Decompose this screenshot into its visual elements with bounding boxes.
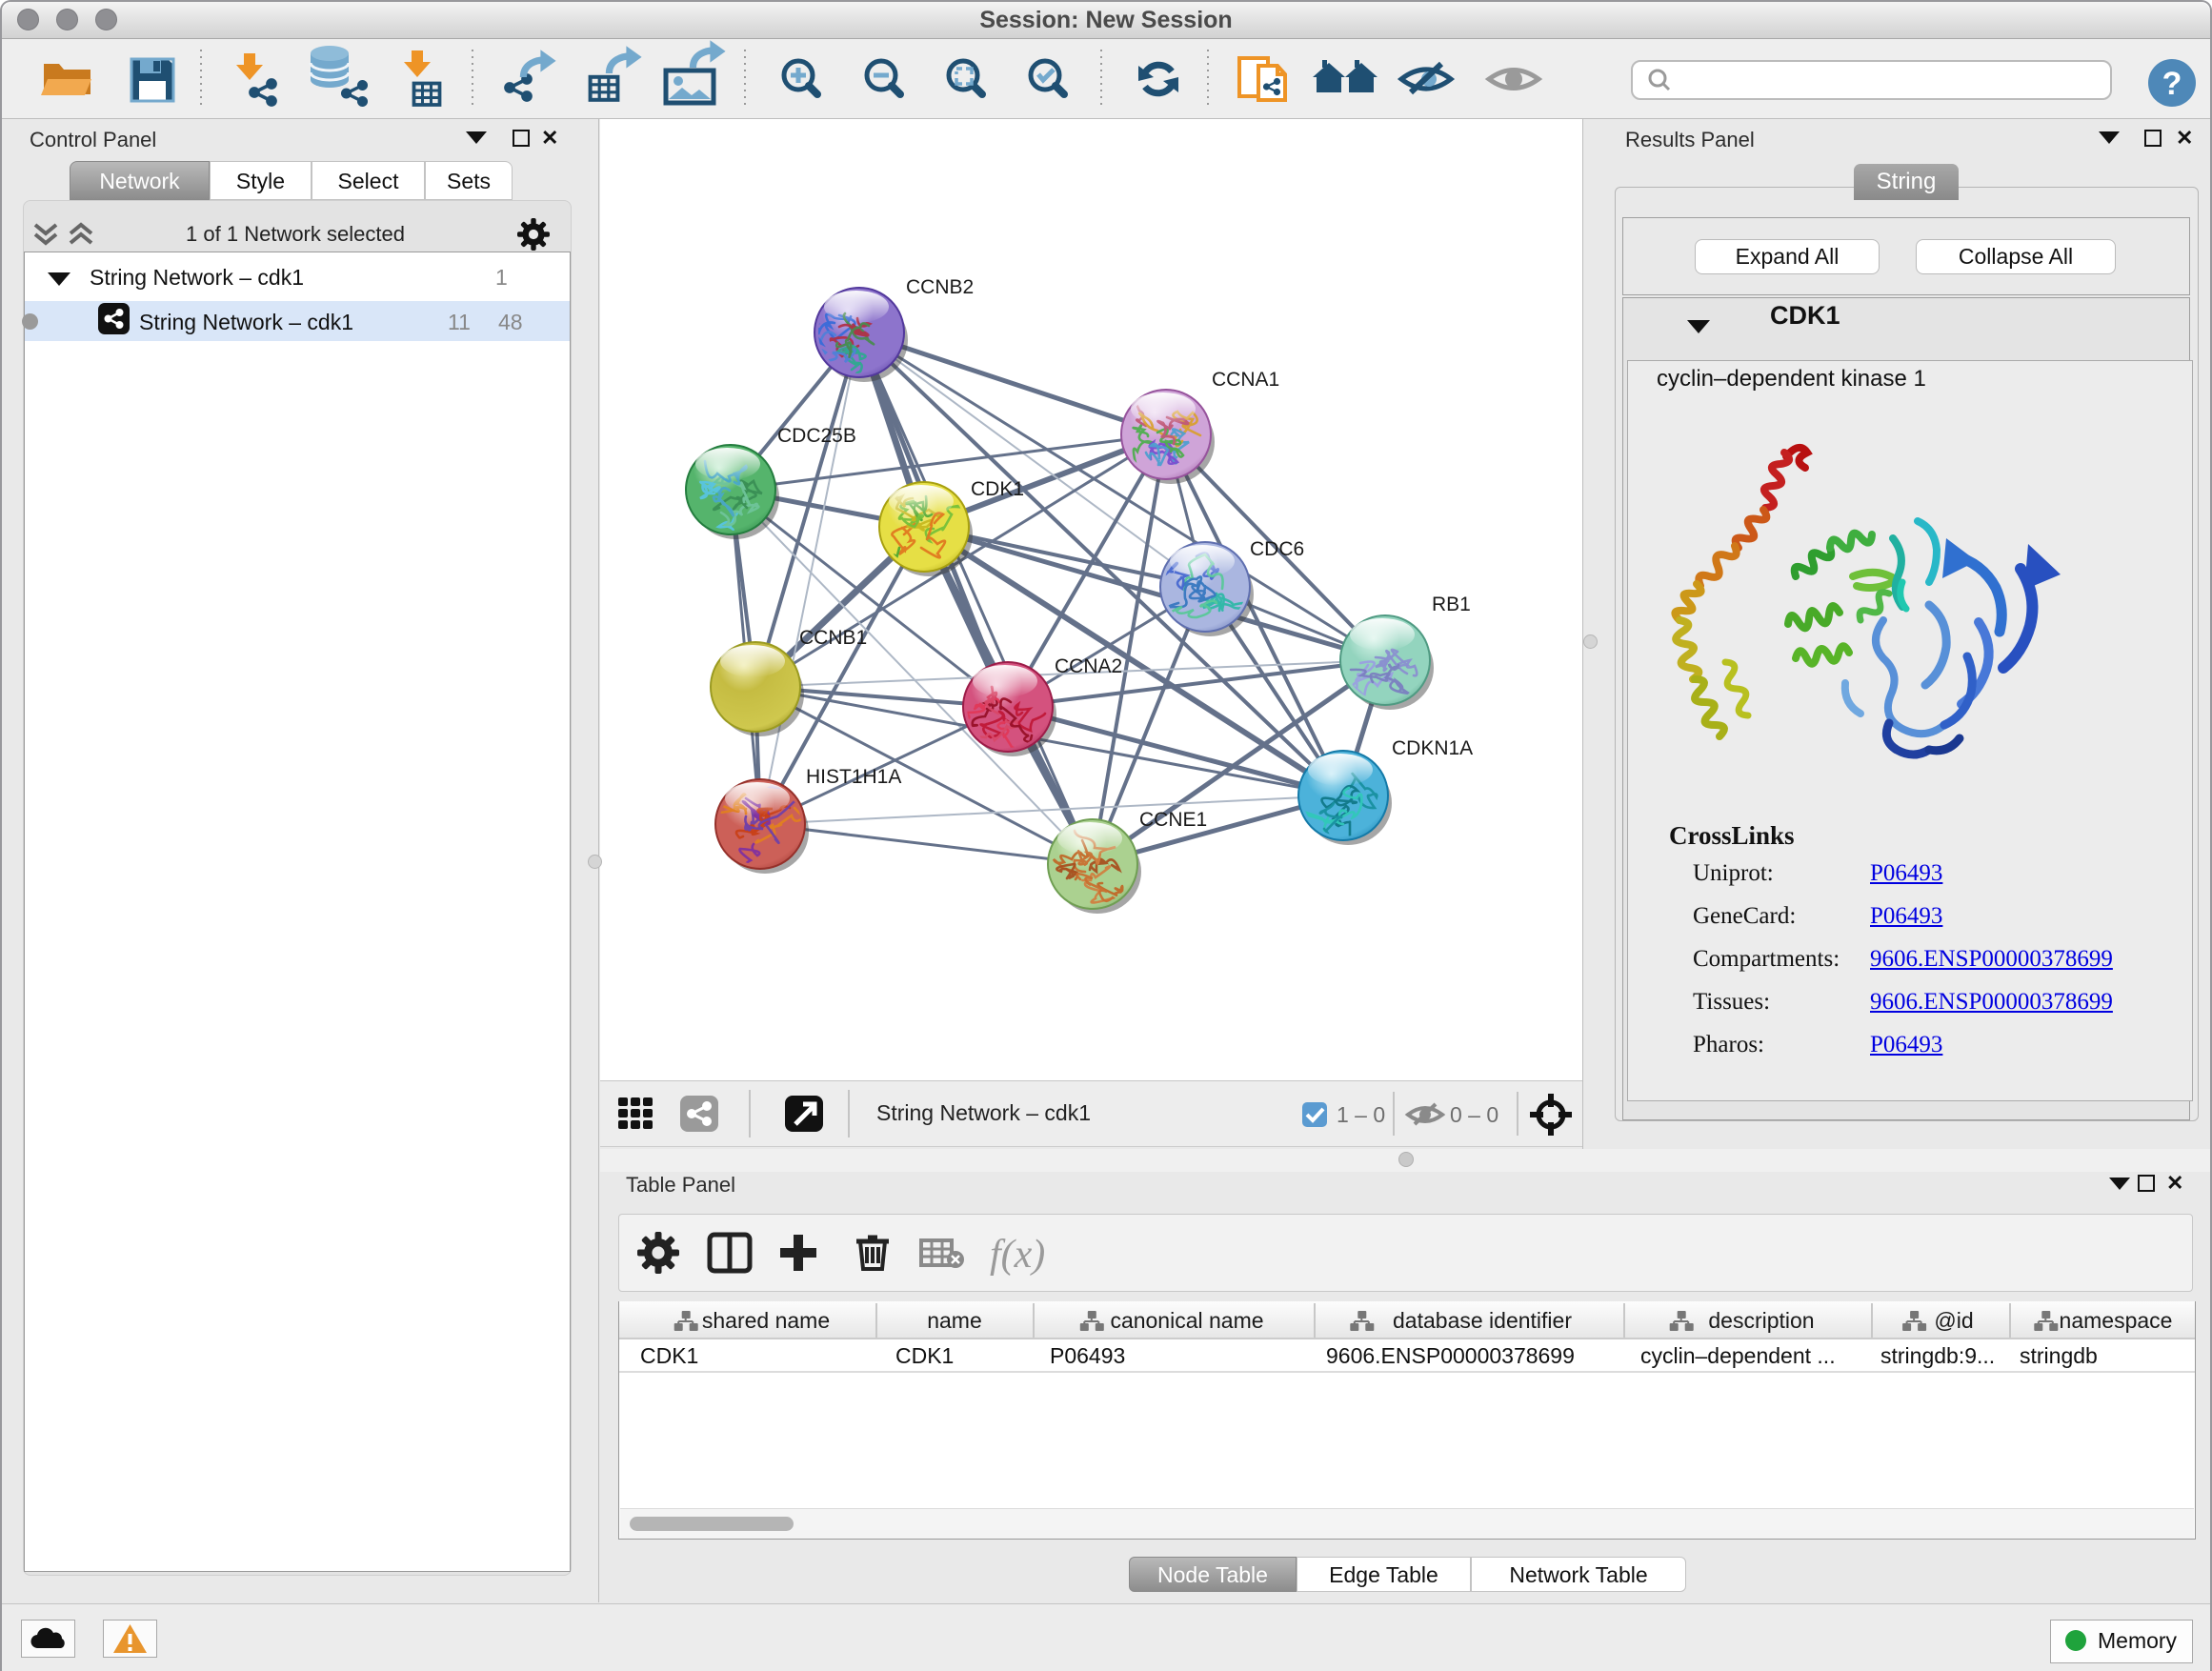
svg-text:description: description [1708,1308,1814,1333]
svg-text:@id: @id [1934,1308,1973,1333]
svg-text:name: name [927,1308,982,1333]
svg-text:CCNE1: CCNE1 [1139,809,1207,831]
svg-text:canonical name: canonical name [1110,1308,1263,1333]
svg-text:HIST1H1A: HIST1H1A [806,766,901,788]
svg-text:CCNB1: CCNB1 [799,627,867,649]
svg-text:?: ? [2162,66,2182,102]
svg-text:CDKN1A: CDKN1A [1392,737,1473,759]
svg-text:CDC6: CDC6 [1250,538,1304,560]
svg-text:shared name: shared name [702,1308,830,1333]
svg-text:CDC25B: CDC25B [777,425,856,447]
svg-text:CCNA2: CCNA2 [1055,655,1122,677]
svg-text:namespace: namespace [2060,1308,2173,1333]
svg-text:database identifier: database identifier [1393,1308,1572,1333]
svg-text:f(x): f(x) [990,1233,1045,1277]
svg-text:RB1: RB1 [1432,594,1471,615]
svg-text:CDK1: CDK1 [971,478,1024,500]
svg-text:CCNA1: CCNA1 [1212,369,1279,391]
svg-text:0 – 0: 0 – 0 [1450,1102,1498,1127]
svg-text:CCNB2: CCNB2 [906,276,974,298]
svg-text:1 – 0: 1 – 0 [1337,1102,1385,1127]
